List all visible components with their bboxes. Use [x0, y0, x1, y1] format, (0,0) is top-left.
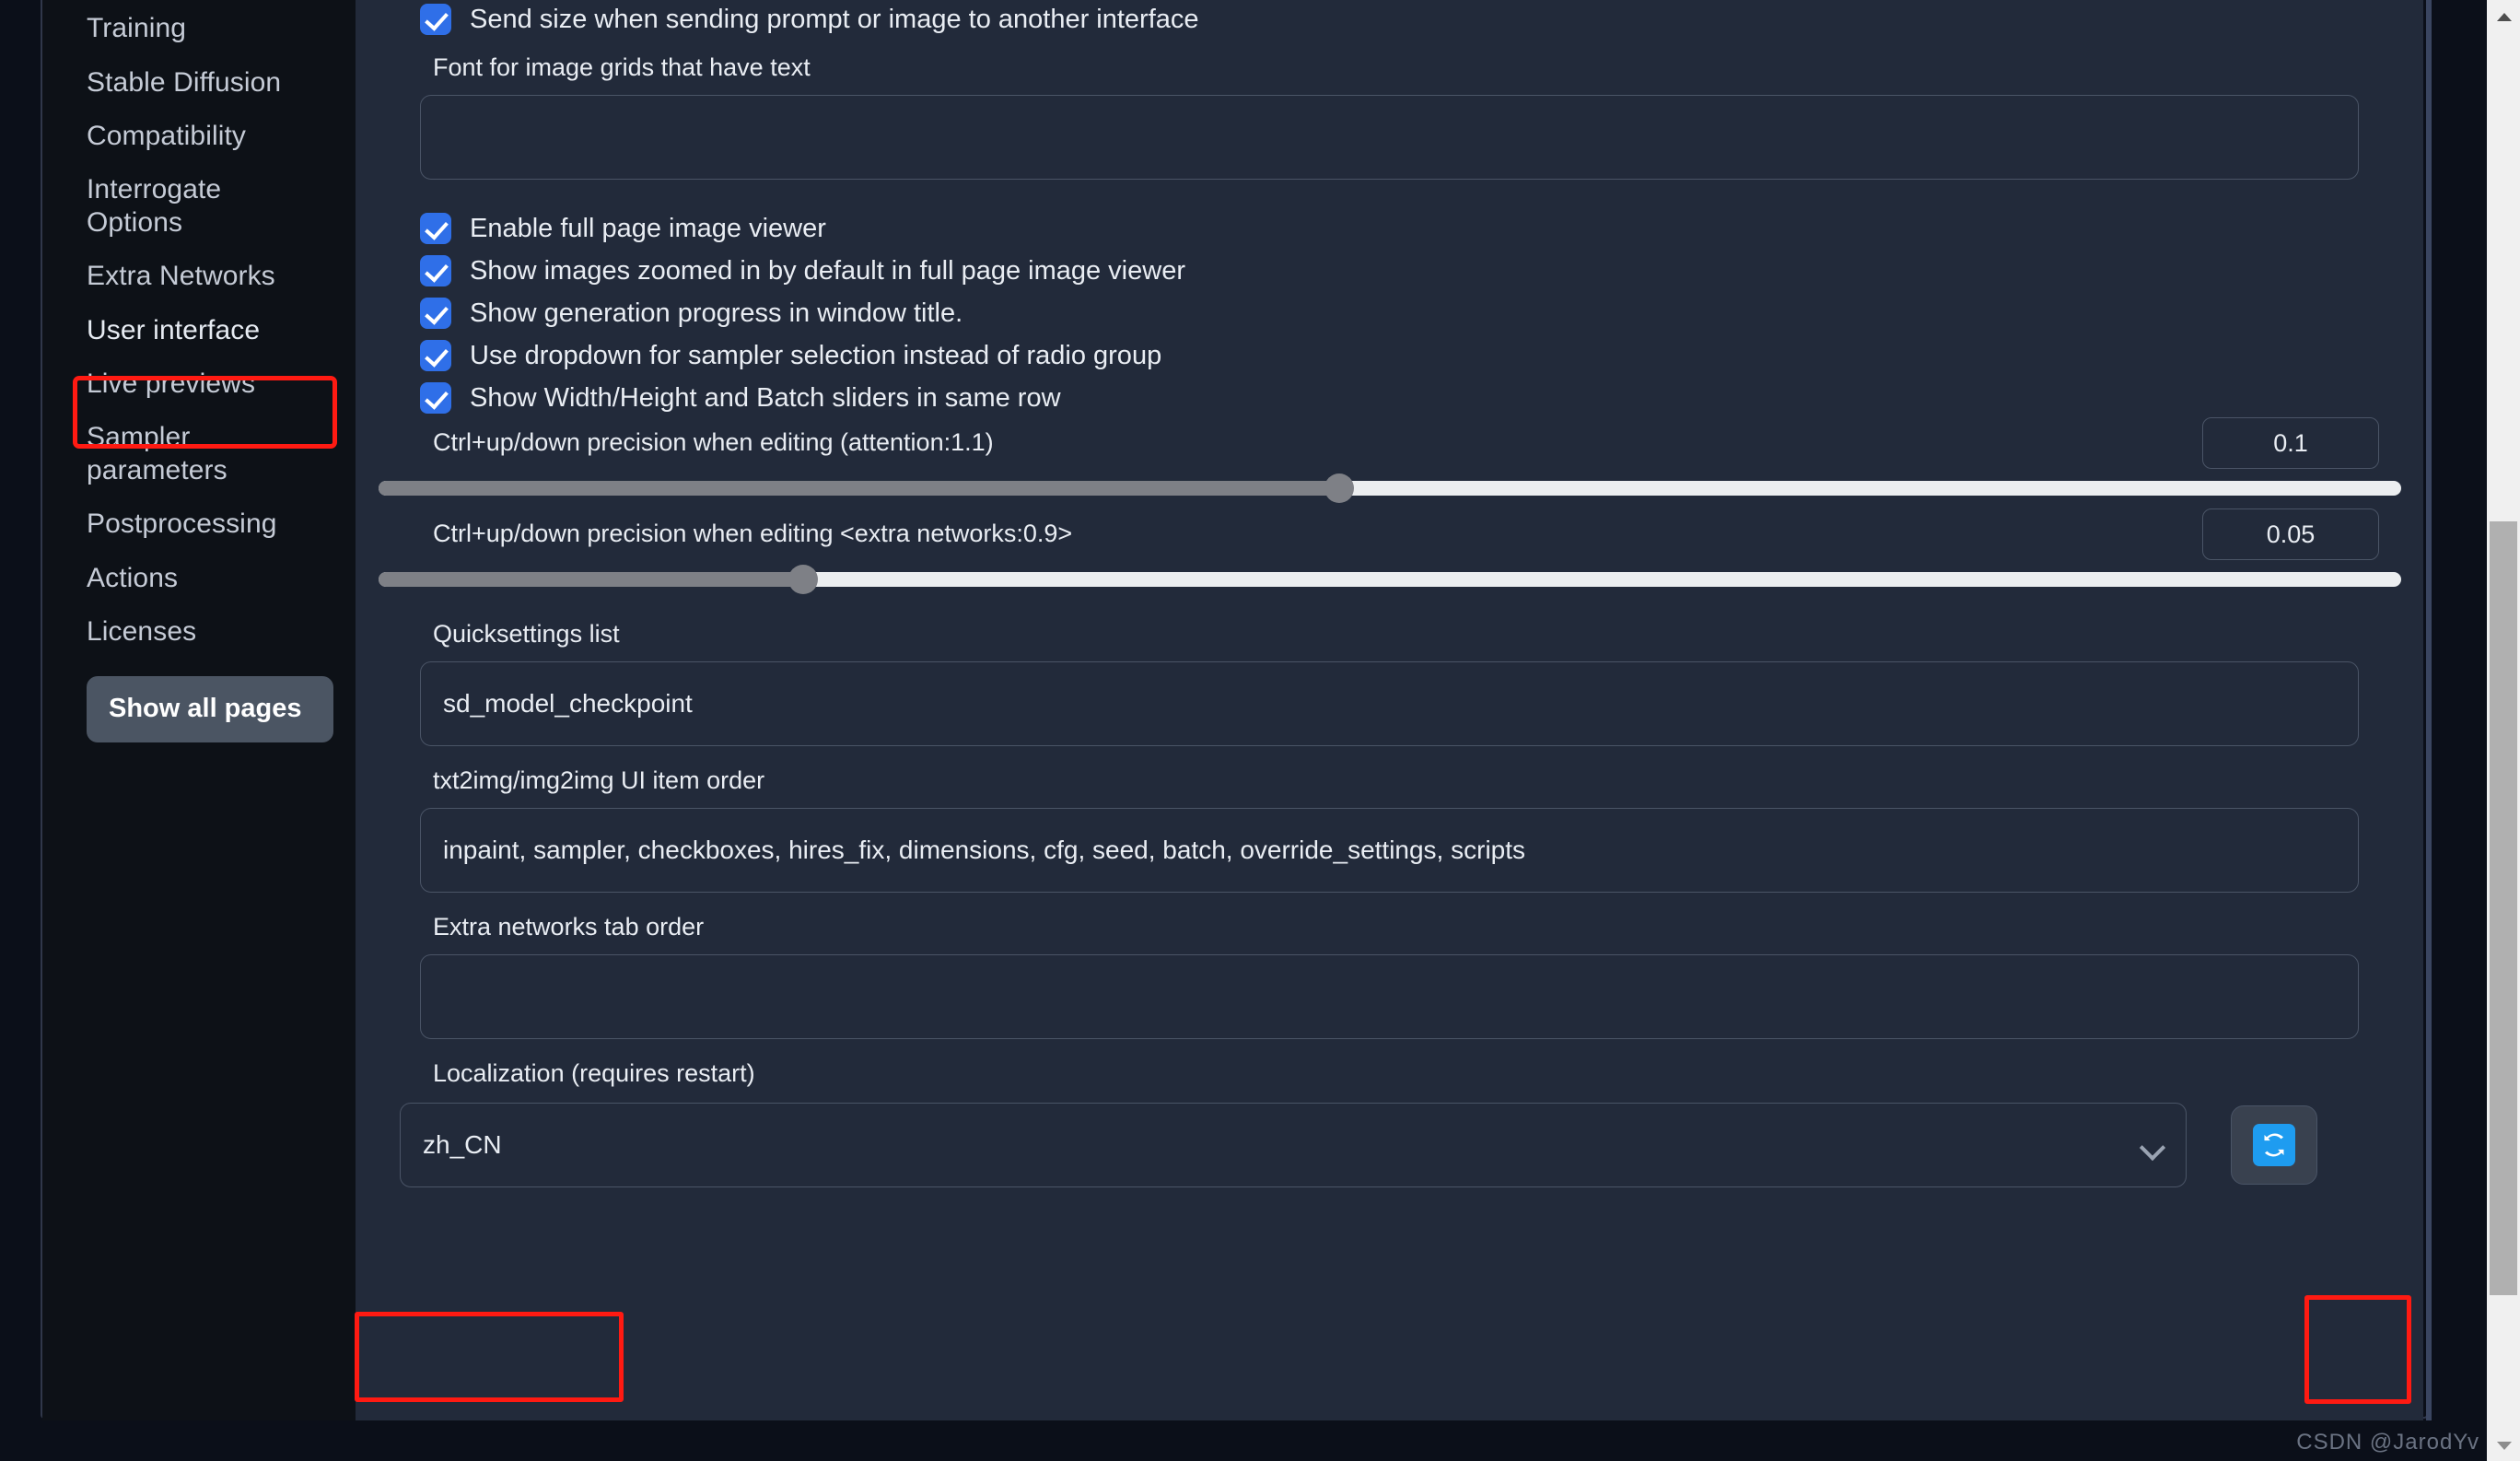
ui-item-order-input[interactable]: inpaint, sampler, checkboxes, hires_fix,…	[420, 808, 2359, 893]
sidebar-item-live-previews[interactable]: Live previews	[42, 357, 319, 412]
checkbox-send-size[interactable]	[420, 4, 451, 35]
setting-full-page-viewer[interactable]: Enable full page image viewer	[356, 207, 2423, 250]
setting-sliders-same-row-label[interactable]: Show Width/Height and Batch sliders in s…	[470, 383, 1061, 414]
quicksettings-input[interactable]: sd_model_checkpoint	[420, 661, 2359, 746]
page-frame: Training Stable Diffusion Compatibility …	[41, 0, 2432, 1420]
slider-thumb[interactable]	[788, 565, 818, 594]
setting-full-page-viewer-label[interactable]: Enable full page image viewer	[470, 214, 826, 244]
setting-zoomed-default[interactable]: Show images zoomed in by default in full…	[356, 250, 2423, 292]
attention-precision-slider[interactable]	[378, 473, 2401, 503]
attention-precision-label: Ctrl+up/down precision when editing (att…	[433, 428, 994, 456]
show-all-pages-button[interactable]: Show all pages	[87, 675, 333, 742]
localization-label: Localization (requires restart)	[433, 1059, 755, 1087]
watermark: CSDN @JarodYv	[2296, 1430, 2479, 1455]
localization-value: zh_CN	[423, 1130, 502, 1159]
setting-send-size-label[interactable]: Send size when sending prompt or image t…	[470, 5, 1199, 35]
settings-content-panel: Send size when sending prompt or image t…	[356, 0, 2423, 1420]
refresh-icon	[2253, 1124, 2295, 1166]
extra-networks-tab-order-label: Extra networks tab order	[433, 913, 705, 941]
app-scrollbar[interactable]	[2426, 0, 2432, 1420]
sidebar-item-training[interactable]: Training	[42, 2, 319, 56]
setting-dropdown-sampler[interactable]: Use dropdown for sampler selection inste…	[356, 334, 2423, 377]
scroll-up-arrow-icon[interactable]	[2497, 13, 2512, 21]
font-for-grids-label: Font for image grids that have text	[433, 53, 811, 81]
checkbox-full-page-viewer[interactable]	[420, 213, 451, 244]
setting-progress-title[interactable]: Show generation progress in window title…	[356, 292, 2423, 334]
checkbox-progress-title[interactable]	[420, 298, 451, 329]
setting-attention-precision: Ctrl+up/down precision when editing (att…	[356, 417, 2423, 503]
ui-item-order-label: txt2img/img2img UI item order	[433, 766, 765, 794]
attention-precision-value[interactable]: 0.1	[2202, 417, 2379, 469]
sidebar-item-compatibility[interactable]: Compatibility	[42, 110, 319, 164]
refresh-localization-button[interactable]	[2231, 1105, 2317, 1185]
setting-extra-networks-precision: Ctrl+up/down precision when editing <ext…	[356, 508, 2423, 594]
setting-sliders-same-row[interactable]: Show Width/Height and Batch sliders in s…	[356, 377, 2423, 419]
checkbox-sliders-same-row[interactable]	[420, 382, 451, 414]
sidebar-item-actions[interactable]: Actions	[42, 552, 319, 606]
sidebar-item-interrogate-options[interactable]: Interrogate Options	[42, 164, 245, 250]
setting-send-size[interactable]: Send size when sending prompt or image t…	[356, 0, 2423, 41]
browser-scrollbar[interactable]	[2487, 0, 2520, 1461]
sidebar-item-licenses[interactable]: Licenses	[42, 605, 319, 660]
extra-networks-tab-order-input[interactable]	[420, 954, 2359, 1039]
setting-dropdown-sampler-label[interactable]: Use dropdown for sampler selection inste…	[470, 341, 1161, 371]
slider-fill	[378, 572, 803, 587]
browser-scrollbar-thumb[interactable]	[2490, 521, 2517, 1295]
font-for-grids-input[interactable]	[420, 95, 2359, 180]
app-root: Training Stable Diffusion Compatibility …	[0, 0, 2520, 1461]
sidebar-item-stable-diffusion[interactable]: Stable Diffusion	[42, 56, 319, 111]
extra-networks-precision-label: Ctrl+up/down precision when editing <ext…	[433, 520, 1073, 547]
chevron-down-icon	[2139, 1134, 2166, 1162]
setting-progress-title-label[interactable]: Show generation progress in window title…	[470, 298, 962, 329]
sidebar-item-sampler-parameters[interactable]: Sampler parameters	[42, 412, 240, 497]
localization-row: zh_CN	[356, 1103, 2423, 1187]
quicksettings-label: Quicksettings list	[433, 620, 620, 648]
sidebar-item-user-interface[interactable]: User interface	[42, 304, 319, 358]
extra-networks-precision-value[interactable]: 0.05	[2202, 508, 2379, 560]
settings-sidebar: Training Stable Diffusion Compatibility …	[42, 0, 356, 1420]
extra-networks-precision-slider[interactable]	[378, 565, 2401, 594]
scroll-down-arrow-icon[interactable]	[2497, 1442, 2512, 1450]
sidebar-item-postprocessing[interactable]: Postprocessing	[42, 497, 319, 552]
localization-dropdown[interactable]: zh_CN	[400, 1103, 2187, 1187]
slider-fill	[378, 481, 1339, 496]
setting-zoomed-default-label[interactable]: Show images zoomed in by default in full…	[470, 256, 1185, 286]
checkbox-dropdown-sampler[interactable]	[420, 340, 451, 371]
sidebar-item-extra-networks[interactable]: Extra Networks	[42, 250, 319, 304]
checkbox-zoomed-default[interactable]	[420, 255, 451, 286]
slider-thumb[interactable]	[1324, 473, 1354, 503]
